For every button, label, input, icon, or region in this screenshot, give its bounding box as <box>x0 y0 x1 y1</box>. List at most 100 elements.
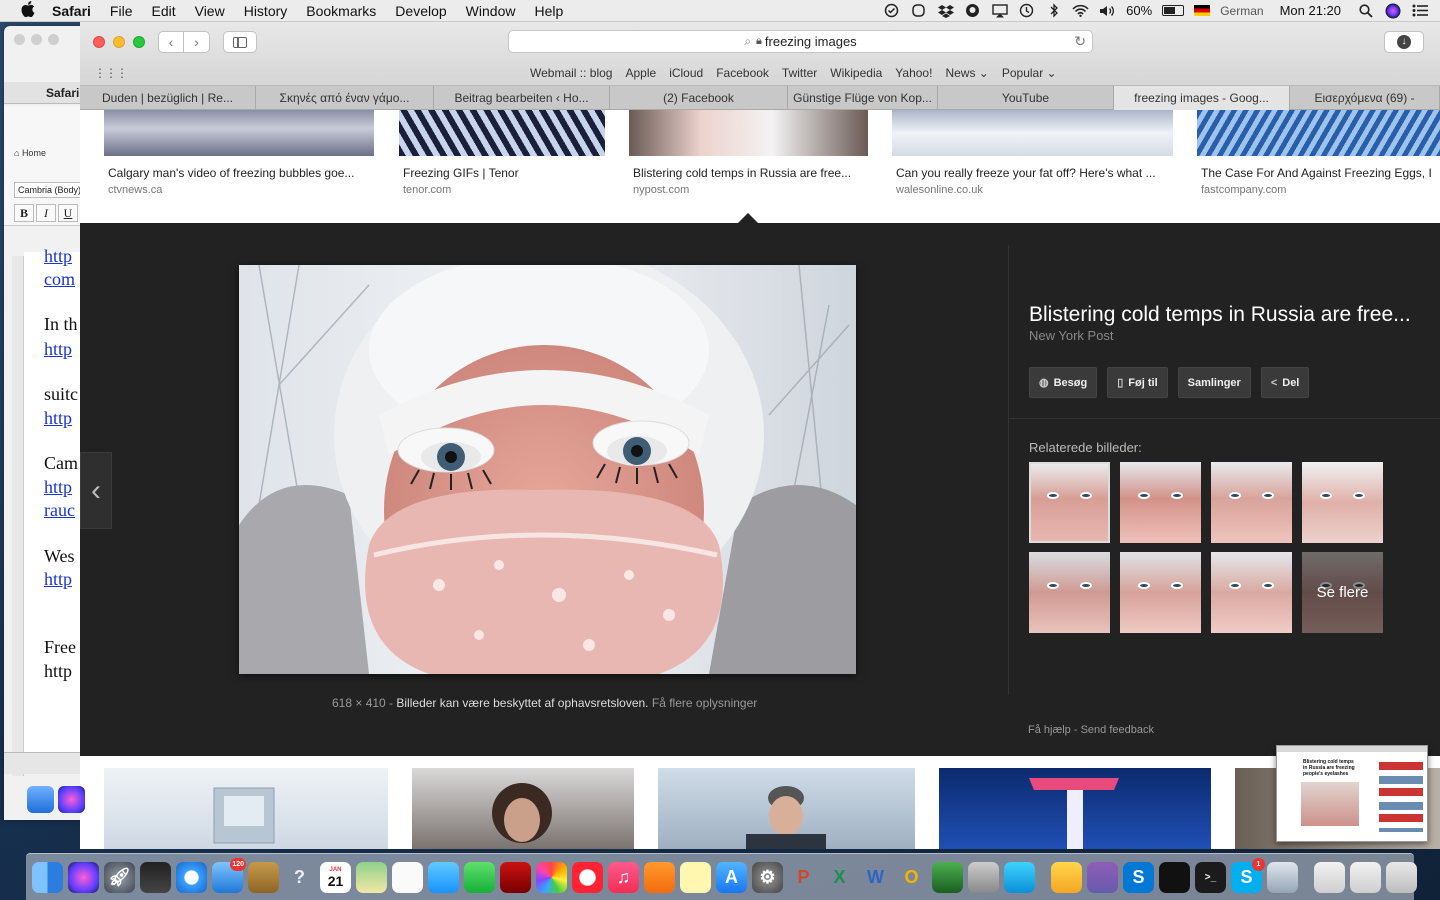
notification-app-icon[interactable] <box>964 3 981 18</box>
doc-link-text[interactable]: http <box>44 408 72 429</box>
preview-image-frozen-face[interactable] <box>239 265 856 674</box>
time-machine-icon[interactable] <box>1018 3 1035 18</box>
calendar-icon[interactable]: JAN 21 <box>320 861 351 893</box>
back-button[interactable]: ‹ <box>158 31 184 53</box>
app-status-icon[interactable] <box>910 3 927 18</box>
archive-utility-icon[interactable] <box>968 861 999 893</box>
favorite-link[interactable]: News ⌄ <box>945 66 988 80</box>
preview-title[interactable]: Blistering cold temps in Russia are free… <box>1029 303 1439 327</box>
menu-history[interactable]: History <box>244 3 288 19</box>
dropbox-icon[interactable] <box>937 3 954 18</box>
viber-icon[interactable] <box>1087 861 1118 893</box>
bluetooth-icon[interactable] <box>1045 3 1062 18</box>
favorite-link[interactable]: Yahoo! <box>895 66 932 80</box>
result-card[interactable]: Calgary man's video of freezing bubbles … <box>104 110 374 196</box>
menu-file[interactable]: File <box>110 3 133 19</box>
doc-link-text[interactable]: http <box>44 339 72 360</box>
menu-edit[interactable]: Edit <box>151 3 175 19</box>
vlc-icon[interactable] <box>1051 861 1082 893</box>
trash-icon[interactable] <box>1386 861 1417 893</box>
browser-tab[interactable]: Σκηνές από έναν γάμο... <box>256 86 434 110</box>
browser-tab[interactable]: (2) Facebook <box>610 86 788 110</box>
frozen-popsicle-thumbnail[interactable] <box>939 768 1211 849</box>
mission-control-icon[interactable] <box>140 861 171 893</box>
add-to-button[interactable]: ▯ Føj til <box>1107 367 1168 398</box>
favorite-link[interactable]: iCloud <box>669 66 703 80</box>
browser-tab[interactable]: Beitrag bearbeiten ‹ Ho... <box>434 86 610 110</box>
team-app-icon[interactable] <box>1004 861 1035 893</box>
ice-cube-thumbnail[interactable] <box>104 768 388 849</box>
airplay-icon[interactable] <box>991 3 1008 18</box>
favorite-link[interactable]: Facebook <box>716 66 769 80</box>
see-more-link[interactable]: Se flere <box>1302 552 1383 633</box>
related-image-thumbnail[interactable] <box>1120 462 1201 543</box>
preview-app-icon[interactable] <box>1267 861 1298 893</box>
result-card[interactable]: The Case For And Against Freezing Eggs, … <box>1197 110 1440 196</box>
messages-icon[interactable] <box>428 861 459 893</box>
related-image-thumbnail[interactable] <box>1211 462 1292 543</box>
related-image-thumbnail[interactable] <box>1211 552 1292 633</box>
share-button[interactable]: < Del <box>1260 367 1310 398</box>
favorite-link[interactable]: Apple <box>625 66 656 80</box>
sidebar-toggle-button[interactable] <box>223 31 257 53</box>
related-image-thumbnail[interactable] <box>1029 552 1110 633</box>
wifi-icon[interactable] <box>1072 3 1089 18</box>
reload-icon[interactable]: ↻ <box>1074 33 1086 50</box>
doc-link-text[interactable]: com <box>44 269 75 290</box>
maps-icon[interactable] <box>356 861 387 893</box>
outlook-icon[interactable]: O <box>896 862 927 893</box>
skype-icon[interactable]: S1 <box>1231 857 1265 893</box>
photo-booth-icon[interactable] <box>500 861 531 893</box>
books-icon[interactable] <box>644 861 675 893</box>
word-underline-button[interactable]: U <box>58 204 78 222</box>
favorite-link[interactable]: Wikipedia <box>830 66 882 80</box>
reminders-icon[interactable] <box>392 861 423 893</box>
terminal-icon[interactable]: >_ <box>1195 861 1226 893</box>
browser-tab[interactable]: Εισερχόμενα (69) - <box>1290 86 1440 110</box>
notification-center-icon[interactable] <box>1411 3 1428 18</box>
notes-app-icon[interactable] <box>248 861 279 893</box>
window-preview-thumbnail[interactable]: Blistering cold temps in Russia are free… <box>1276 745 1428 842</box>
collections-button[interactable]: Samlinger <box>1177 367 1251 398</box>
apple-menu-icon[interactable] <box>18 0 38 21</box>
documents-stack-icon[interactable] <box>1314 861 1345 893</box>
menu-help[interactable]: Help <box>534 3 563 19</box>
result-thumbnail[interactable] <box>399 110 605 156</box>
doc-link-text[interactable]: http <box>44 246 72 267</box>
menu-app-name[interactable]: Safari <box>52 3 91 19</box>
send-feedback-link[interactable]: Send feedback <box>1081 724 1154 736</box>
related-image-thumbnail[interactable] <box>1029 462 1110 543</box>
related-image-thumbnail[interactable] <box>1302 462 1383 543</box>
downloads-button[interactable]: ↓ <box>1384 31 1424 53</box>
result-thumbnail[interactable] <box>104 110 374 156</box>
spotlight-search-icon[interactable] <box>1357 3 1374 18</box>
music-icon[interactable]: ♫ <box>608 861 639 893</box>
system-preferences-icon[interactable]: ⚙ <box>752 861 783 893</box>
skype-business-icon[interactable]: S <box>1123 861 1154 893</box>
show-all-tabs-grid-icon[interactable]: ⋮⋮⋮ <box>94 66 128 80</box>
result-title[interactable]: Blistering cold temps in Russia are free… <box>633 166 867 180</box>
input-source-label[interactable]: German <box>1220 4 1263 18</box>
mail-icon[interactable]: 120 <box>212 857 246 893</box>
help-link[interactable]: Få hjælp <box>1028 724 1071 736</box>
more-info-link[interactable]: Få flere oplysninger <box>652 696 757 710</box>
documents-stack-icon[interactable] <box>1350 861 1381 893</box>
help-icon[interactable]: ? <box>284 862 315 893</box>
doc-link-text[interactable]: http <box>44 477 72 498</box>
photos-icon[interactable] <box>536 861 567 893</box>
siri-icon[interactable] <box>68 861 99 893</box>
battery-icon[interactable] <box>1162 5 1185 16</box>
stickies-icon[interactable] <box>680 861 711 893</box>
menu-bookmarks[interactable]: Bookmarks <box>306 3 376 19</box>
safari-icon[interactable] <box>176 861 207 893</box>
finder-icon[interactable] <box>32 861 63 893</box>
facetime-icon[interactable] <box>464 861 495 893</box>
finder-mini-icon[interactable] <box>27 786 54 813</box>
doc-link-text[interactable]: rauc <box>44 500 75 521</box>
browser-tab[interactable]: freezing images - Goog... <box>1114 86 1290 110</box>
menu-window[interactable]: Window <box>466 3 516 19</box>
related-image-thumbnail[interactable] <box>1120 552 1201 633</box>
excel-icon[interactable]: X <box>824 862 855 893</box>
app-store-icon[interactable]: A <box>716 861 747 893</box>
money-app-icon[interactable] <box>932 861 963 893</box>
